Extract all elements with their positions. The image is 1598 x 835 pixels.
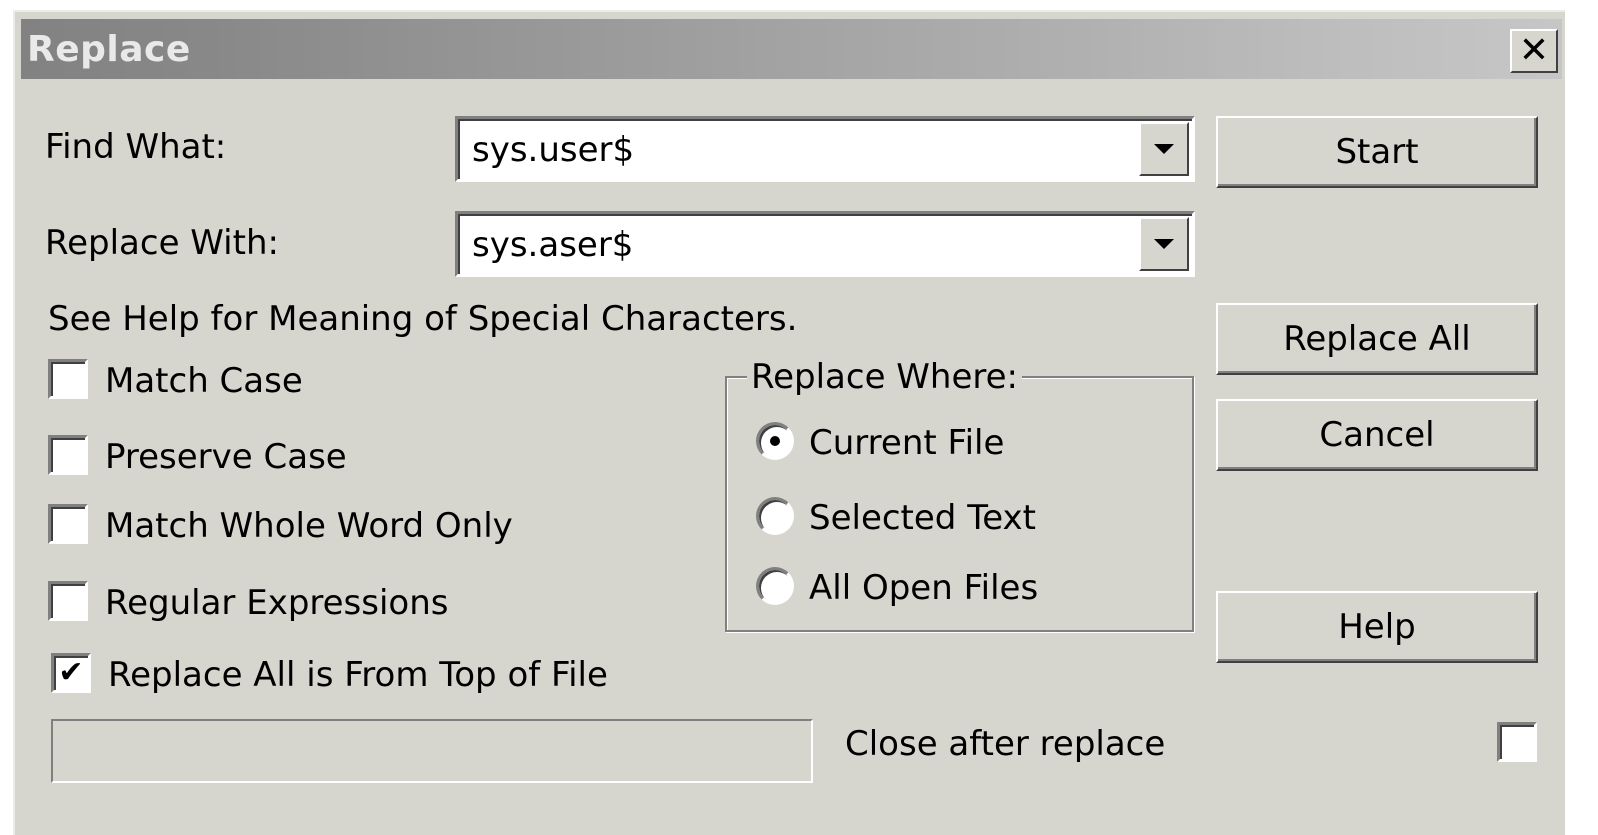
replace-with-combobox[interactable]: sys.aser$ — [455, 211, 1195, 277]
replace-dialog: Replace ✕ Find What: sys.user$ Replace W… — [13, 10, 1565, 835]
preserve-case-label[interactable]: Preserve Case — [105, 440, 347, 474]
close-after-replace-label[interactable]: Close after replace — [845, 727, 1165, 761]
match-whole-word-label[interactable]: Match Whole Word Only — [105, 509, 513, 543]
all-open-files-radio[interactable] — [756, 567, 794, 605]
special-characters-hint: See Help for Meaning of Special Characte… — [48, 299, 798, 339]
status-field — [51, 719, 813, 783]
regular-expressions-label[interactable]: Regular Expressions — [105, 586, 449, 620]
replace-from-top-checkbox[interactable]: ✔ — [51, 653, 91, 693]
match-whole-word-checkbox[interactable] — [48, 504, 88, 544]
replace-with-label: Replace With: — [45, 223, 279, 263]
selected-text-label[interactable]: Selected Text — [809, 501, 1036, 535]
match-case-checkbox[interactable] — [48, 359, 88, 399]
close-icon: ✕ — [1518, 30, 1550, 71]
replace-with-dropdown-button[interactable] — [1139, 217, 1189, 271]
close-button[interactable]: ✕ — [1510, 29, 1558, 73]
close-after-replace-checkbox[interactable] — [1497, 722, 1537, 762]
start-button[interactable]: Start — [1216, 116, 1538, 188]
selected-text-radio[interactable] — [756, 497, 794, 535]
title-bar[interactable]: Replace ✕ — [21, 19, 1562, 79]
dialog-title: Replace — [27, 29, 191, 70]
replace-with-input[interactable]: sys.aser$ — [472, 228, 633, 262]
replace-all-button[interactable]: Replace All — [1216, 303, 1538, 375]
radio-dot-icon — [770, 436, 780, 446]
chevron-down-icon — [1154, 239, 1174, 249]
find-what-combobox[interactable]: sys.user$ — [455, 116, 1195, 182]
find-what-input[interactable]: sys.user$ — [472, 133, 634, 167]
current-file-label[interactable]: Current File — [809, 426, 1004, 460]
find-what-label: Find What: — [45, 127, 227, 167]
replace-from-top-label[interactable]: Replace All is From Top of File — [108, 658, 608, 692]
checkmark-icon: ✔ — [58, 655, 84, 690]
match-case-label[interactable]: Match Case — [105, 364, 303, 398]
replace-where-legend: Replace Where: — [747, 360, 1022, 394]
cancel-button[interactable]: Cancel — [1216, 399, 1538, 471]
all-open-files-label[interactable]: All Open Files — [809, 571, 1038, 605]
preserve-case-checkbox[interactable] — [48, 435, 88, 475]
find-what-dropdown-button[interactable] — [1139, 122, 1189, 176]
help-button[interactable]: Help — [1216, 591, 1538, 663]
replace-where-group: Replace Where: Current File Selected Tex… — [725, 360, 1194, 632]
current-file-radio[interactable] — [756, 422, 794, 460]
chevron-down-icon — [1154, 144, 1174, 154]
regular-expressions-checkbox[interactable] — [48, 581, 88, 621]
